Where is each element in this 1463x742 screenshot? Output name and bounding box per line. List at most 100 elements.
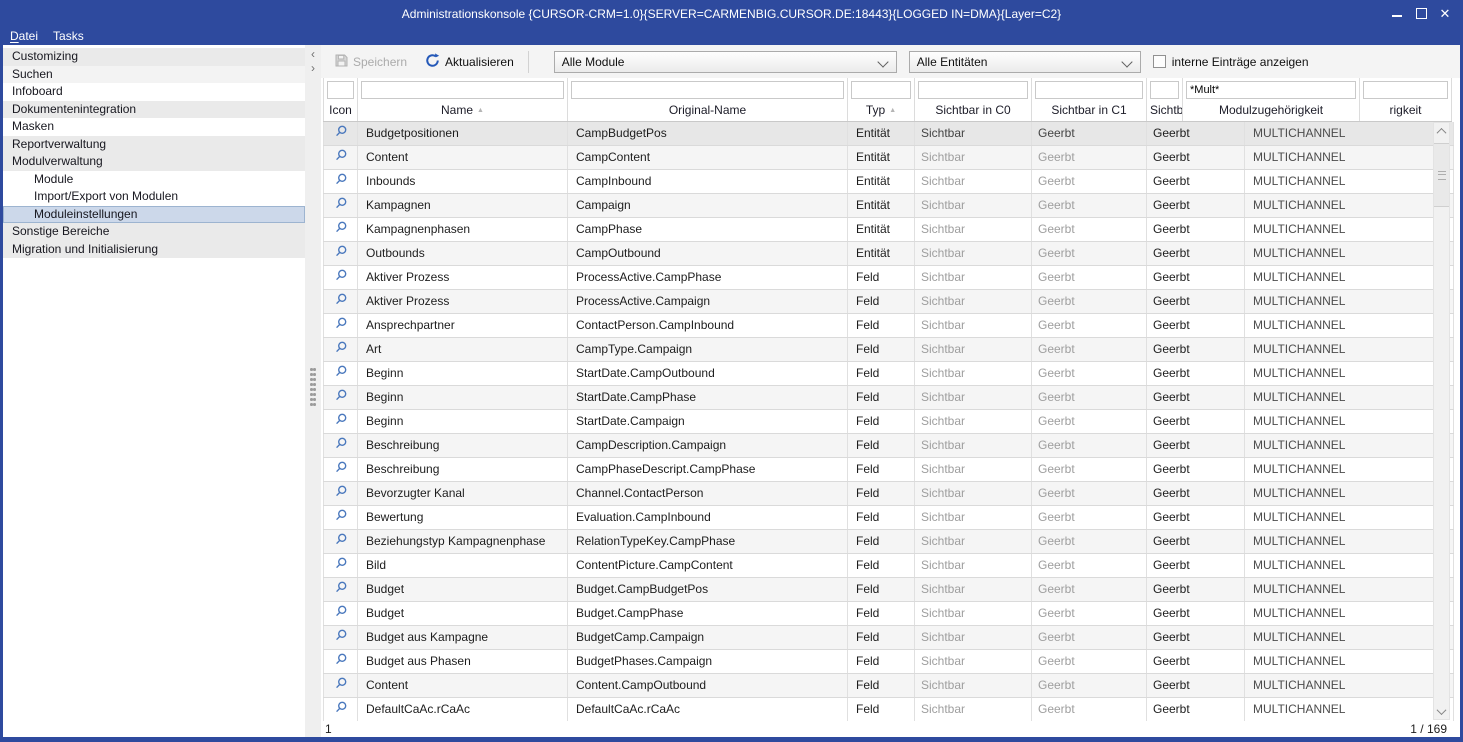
row-lookup-cell [323,146,358,169]
column-header-original[interactable]: Original-Name [568,103,847,117]
table-row[interactable]: DefaultCaAc.rCaAcDefaultCaAc.rCaAcFeldSi… [323,698,1454,721]
magnifier-icon[interactable] [334,219,348,241]
magnifier-icon[interactable] [334,507,348,529]
table-row[interactable]: BewertungEvaluation.CampInboundFeldSicht… [323,506,1454,530]
magnifier-icon[interactable] [334,123,348,145]
magnifier-icon[interactable] [334,171,348,193]
table-row[interactable]: ContentCampContentEntitätSichtbarGeerbtG… [323,146,1454,170]
column-header-icon[interactable]: Icon [324,103,357,117]
menu-tasks[interactable]: Tasks [53,29,84,43]
table-row[interactable]: Budget aus PhasenBudgetPhases.CampaignFe… [323,650,1454,674]
cell-typ: Feld [848,458,915,481]
filter-input-modul[interactable] [1186,81,1356,99]
table-row[interactable]: BudgetBudget.CampBudgetPosFeldSichtbarGe… [323,578,1454,602]
table-row[interactable]: Budget aus KampagneBudgetCamp.CampaignFe… [323,626,1454,650]
sidebar-item-suchen[interactable]: Suchen [3,66,305,84]
table-row[interactable]: BudgetBudget.CampPhaseFeldSichtbarGeerbt… [323,602,1454,626]
close-button[interactable]: ✕ [1433,3,1457,23]
magnifier-icon[interactable] [334,459,348,481]
sidebar-item-migration-und-initialisierung[interactable]: Migration und Initialisierung [3,241,305,259]
table-row[interactable]: AnsprechpartnerContactPerson.CampInbound… [323,314,1454,338]
magnifier-icon[interactable] [334,411,348,433]
magnifier-icon[interactable] [334,699,348,721]
vertical-scrollbar[interactable] [1433,122,1450,720]
sidebar-item-moduleinstellungen[interactable]: Moduleinstellungen [3,206,305,224]
sidebar-item-reportverwaltung[interactable]: Reportverwaltung [3,136,305,154]
magnifier-icon[interactable] [334,603,348,625]
table-row[interactable]: ContentContent.CampOutboundFeldSichtbarG… [323,674,1454,698]
table-row[interactable]: OutboundsCampOutboundEntitätSichtbarGeer… [323,242,1454,266]
magnifier-icon[interactable] [334,627,348,649]
sidebar-item-sonstige-bereiche[interactable]: Sonstige Bereiche [3,223,305,241]
sidebar-item-masken[interactable]: Masken [3,118,305,136]
column-header-extra[interactable]: rigkeit [1360,103,1451,117]
table-row[interactable]: Beziehungstyp KampagnenphaseRelationType… [323,530,1454,554]
menu-datei[interactable]: Datei [10,29,38,43]
sidebar-item-infoboard[interactable]: Infoboard [3,83,305,101]
scrollbar-down-button[interactable] [1434,703,1449,719]
table-row[interactable]: KampagnenphasenCampPhaseEntitätSichtbarG… [323,218,1454,242]
sidebar-item-dokumentenintegration[interactable]: Dokumentenintegration [3,101,305,119]
magnifier-icon[interactable] [334,531,348,553]
splitter-collapse-controls[interactable]: ‹ › [305,47,321,75]
filter-input-typ[interactable] [851,81,911,99]
table-row[interactable]: BudgetpositionenCampBudgetPosEntitätSich… [323,122,1454,146]
magnifier-icon[interactable] [334,195,348,217]
magnifier-icon[interactable] [334,267,348,289]
table-row[interactable]: Aktiver ProzessProcessActive.CampaignFel… [323,290,1454,314]
magnifier-icon[interactable] [334,147,348,169]
magnifier-icon[interactable] [334,579,348,601]
magnifier-icon[interactable] [334,315,348,337]
cell-sichtbar-c1: Geerbt [1032,218,1147,241]
scrollbar-up-button[interactable] [1434,123,1449,139]
magnifier-icon[interactable] [334,339,348,361]
filter-input-original[interactable] [571,81,844,99]
table-row[interactable]: InboundsCampInboundEntitätSichtbarGeerbt… [323,170,1454,194]
column-header-c0[interactable]: Sichtbar in C0 [915,103,1031,117]
column-header-c2[interactable]: Sichtbarkeit [1147,103,1182,117]
magnifier-icon[interactable] [334,651,348,673]
sidebar-item-module[interactable]: Module [3,171,305,189]
filter-input-c2[interactable] [1150,81,1179,99]
scrollbar-thumb[interactable] [1434,143,1449,207]
entity-filter-dropdown[interactable]: Alle Entitäten [909,51,1141,73]
filter-input-icon[interactable] [327,81,354,99]
minimize-button[interactable] [1385,3,1409,23]
column-header-name[interactable]: Name▲ [358,103,567,117]
table-row[interactable]: Bevorzugter KanalChannel.ContactPersonFe… [323,482,1454,506]
module-filter-dropdown[interactable]: Alle Module [554,51,897,73]
magnifier-icon[interactable] [334,555,348,577]
internal-entries-checkbox[interactable] [1153,55,1166,68]
sidebar-item-import-export-von-modulen[interactable]: Import/Export von Modulen [3,188,305,206]
column-header-modul[interactable]: Modulzugehörigkeit [1183,103,1359,117]
column-header-typ[interactable]: Typ▲ [848,103,914,117]
table-row[interactable]: ArtCampType.CampaignFeldSichtbarGeerbtGe… [323,338,1454,362]
table-row[interactable]: BildContentPicture.CampContentFeldSichtb… [323,554,1454,578]
magnifier-icon[interactable] [334,483,348,505]
filter-input-c0[interactable] [918,81,1028,99]
filter-input-extra[interactable] [1363,81,1448,99]
magnifier-icon[interactable] [334,435,348,457]
filter-input-c1[interactable] [1035,81,1143,99]
magnifier-icon[interactable] [334,363,348,385]
save-button[interactable]: Speichern [335,54,407,70]
sidebar-item-customizing[interactable]: Customizing [3,48,305,66]
magnifier-icon[interactable] [334,675,348,697]
magnifier-icon[interactable] [334,387,348,409]
column-header-c1[interactable]: Sichtbar in C1 [1032,103,1146,117]
table-row[interactable]: Aktiver ProzessProcessActive.CampPhaseFe… [323,266,1454,290]
table-row[interactable]: BeschreibungCampPhaseDescript.CampPhaseF… [323,458,1454,482]
refresh-button[interactable]: Aktualisieren [425,53,514,71]
table-row[interactable]: BeginnStartDate.CampOutboundFeldSichtbar… [323,362,1454,386]
table-row[interactable]: BeschreibungCampDescription.CampaignFeld… [323,434,1454,458]
splitter[interactable]: ‹ › [305,45,321,737]
table-row[interactable]: BeginnStartDate.CampPhaseFeldSichtbarGee… [323,386,1454,410]
table-row[interactable]: KampagnenCampaignEntitätSichtbarGeerbtGe… [323,194,1454,218]
filter-input-name[interactable] [361,81,564,99]
magnifier-icon[interactable] [334,291,348,313]
sidebar-item-modulverwaltung[interactable]: Modulverwaltung [3,153,305,171]
cell-sichtbar-c1: Geerbt [1032,386,1147,409]
magnifier-icon[interactable] [334,243,348,265]
table-row[interactable]: BeginnStartDate.CampaignFeldSichtbarGeer… [323,410,1454,434]
maximize-button[interactable] [1409,3,1433,23]
